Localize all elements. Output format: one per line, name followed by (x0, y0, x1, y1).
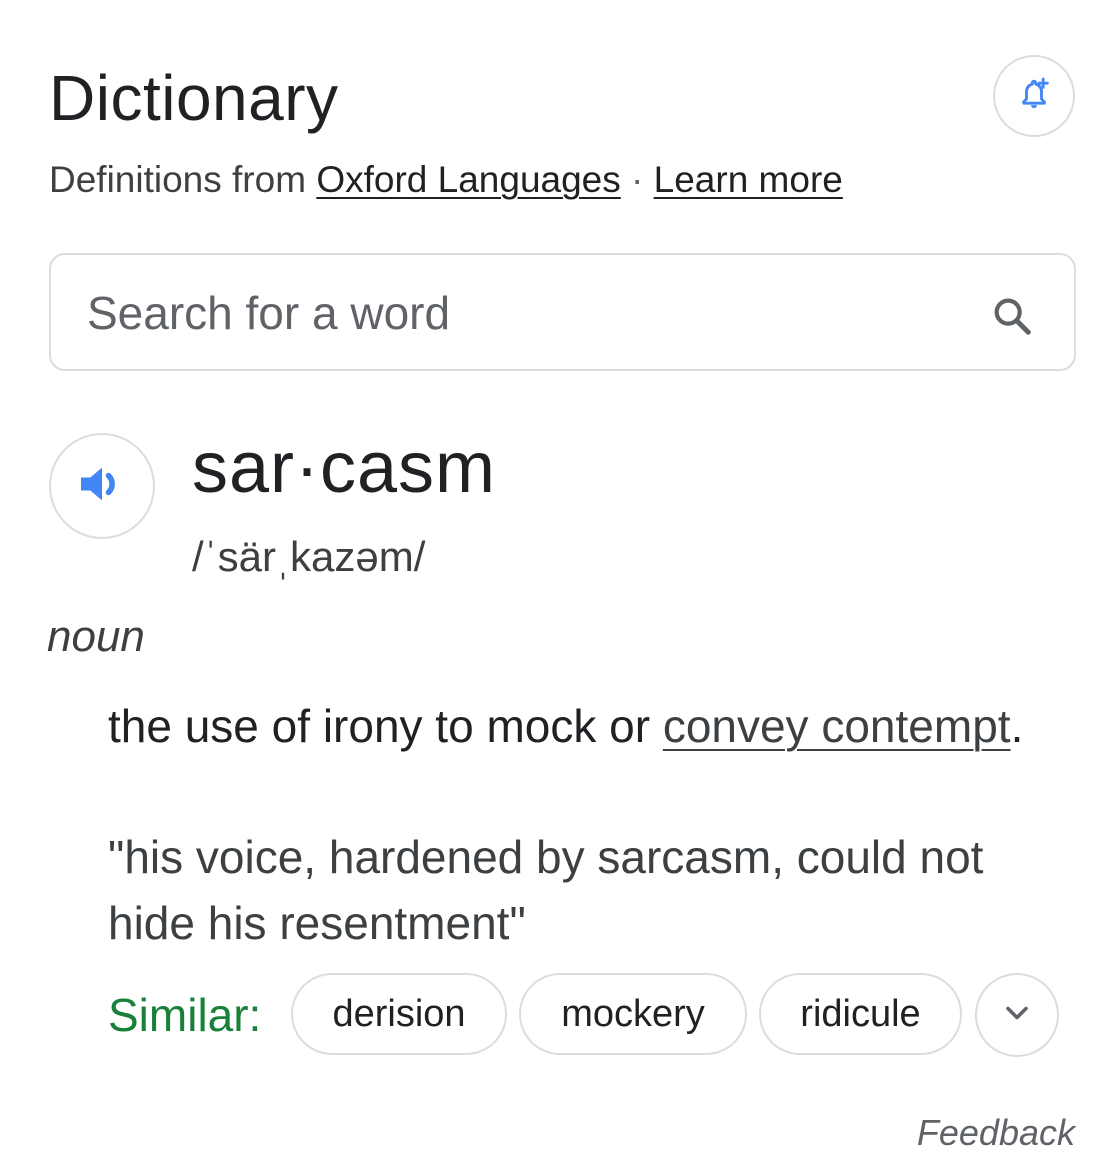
bell-plus-icon (1014, 74, 1054, 119)
source-prefix: Definitions from (49, 159, 307, 200)
expand-similar-button[interactable] (975, 973, 1059, 1057)
search-input[interactable] (87, 275, 947, 351)
create-alert-button[interactable] (993, 55, 1075, 137)
definition: the use of irony to mock or convey conte… (108, 693, 1058, 759)
phonetic-spelling: /ˈsärˌkazəm/ (192, 533, 426, 580)
part-of-speech: noun (47, 612, 145, 661)
usage-example: "his voice, hardened by sarcasm, could n… (108, 831, 984, 949)
similar-label: Similar: (108, 989, 262, 1041)
speaker-icon (74, 456, 130, 517)
search-icon[interactable] (989, 293, 1035, 339)
similar-chip-mockery[interactable]: mockery (519, 973, 747, 1055)
headword: sar·casm (192, 428, 497, 508)
similar-chip-derision[interactable]: derision (291, 973, 507, 1055)
separator: · (631, 159, 644, 200)
definition-text: the use of irony to mock or (108, 700, 663, 752)
pronunciation-audio-button[interactable] (49, 433, 155, 539)
word-search-box (49, 253, 1076, 371)
learn-more-link[interactable]: Learn more (654, 159, 843, 200)
similar-chip-ridicule[interactable]: ridicule (759, 973, 962, 1055)
chevron-down-icon (999, 995, 1035, 1036)
definition-period: . (1010, 700, 1024, 752)
feedback-link[interactable]: Feedback (917, 1110, 1075, 1156)
source-attribution: Definitions from Oxford Languages · Lear… (49, 158, 843, 202)
convey-contempt-link[interactable]: convey contempt (663, 700, 1011, 752)
card-title: Dictionary (49, 62, 339, 134)
oxford-languages-link[interactable]: Oxford Languages (316, 159, 620, 200)
